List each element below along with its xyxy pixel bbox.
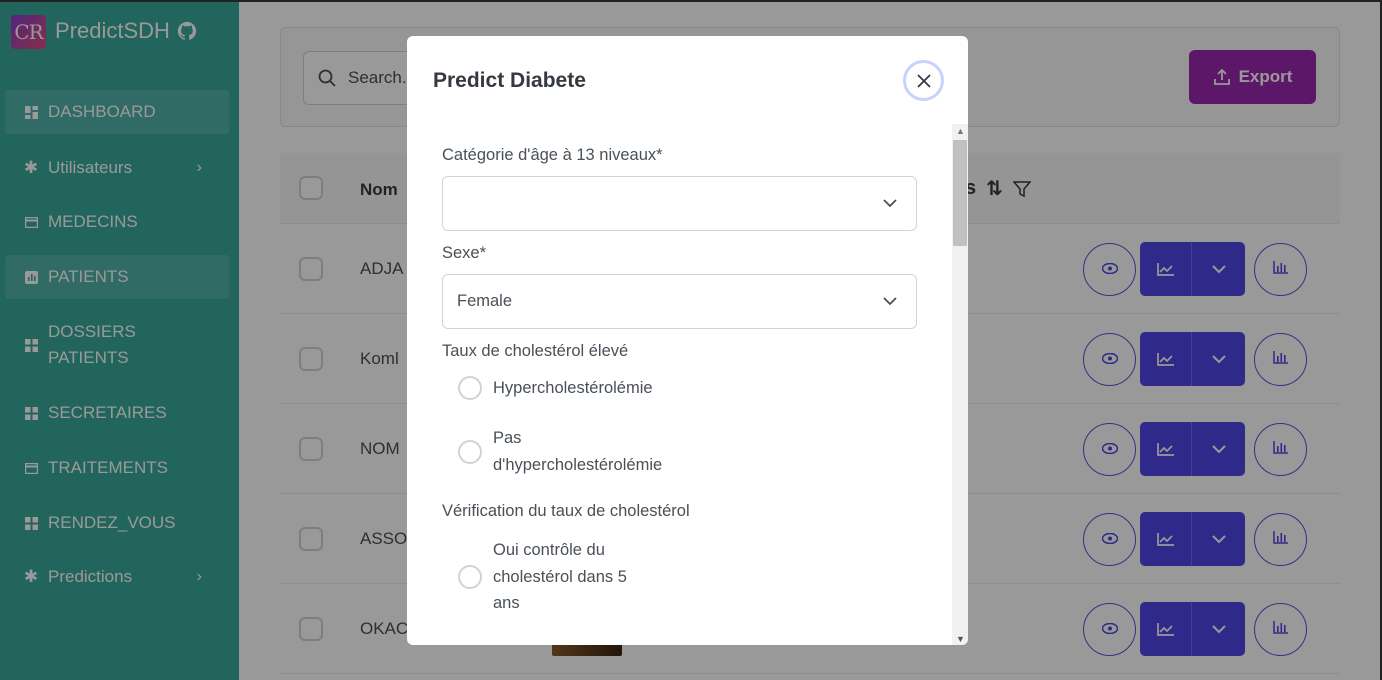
predict-diabete-dialog: Predict Diabete Catégorie d'âge à 13 niv… (407, 36, 968, 645)
radio-pas-hypercholesterolemie[interactable]: Pas d'hypercholestérolémie (458, 425, 683, 478)
sex-label: Sexe* (442, 244, 487, 262)
close-button[interactable] (903, 60, 944, 101)
age-category-label: Catégorie d'âge à 13 niveaux* (442, 146, 663, 164)
scroll-down-icon[interactable]: ▼ (956, 634, 965, 644)
age-category-select[interactable] (442, 176, 917, 231)
chevron-down-icon (883, 199, 897, 208)
sex-value: Female (457, 292, 513, 310)
close-icon (916, 73, 931, 88)
window-border (0, 0, 1382, 2)
radio-button[interactable] (458, 564, 482, 589)
radio-label: Hypercholestérolémie (493, 379, 653, 397)
radio-button[interactable] (458, 439, 482, 464)
radio-hypercholesterolemie[interactable]: Hypercholestérolémie (458, 375, 693, 402)
cholesterol-check-label: Vérification du taux de cholestérol (442, 502, 690, 520)
dialog-title: Predict Diabete (433, 69, 586, 92)
dialog-body[interactable]: Catégorie d'âge à 13 niveaux* Sexe* Fema… (407, 126, 952, 645)
sex-select[interactable]: Female (442, 274, 917, 329)
scrollbar-thumb[interactable] (953, 140, 967, 246)
radio-label: Pas d'hypercholestérolémie (493, 429, 663, 474)
radio-label: Oui contrôle du cholestérol dans 5 ans (493, 541, 627, 612)
radio-button[interactable] (458, 376, 482, 401)
scroll-up-icon[interactable]: ▲ (956, 126, 965, 136)
chevron-down-icon (883, 297, 897, 306)
cholesterol-label: Taux de cholestérol élevé (442, 342, 629, 360)
radio-oui-controle[interactable]: Oui contrôle du cholestérol dans 5 ans (458, 537, 653, 617)
dialog-scrollbar[interactable]: ▲ ▼ (952, 124, 968, 645)
